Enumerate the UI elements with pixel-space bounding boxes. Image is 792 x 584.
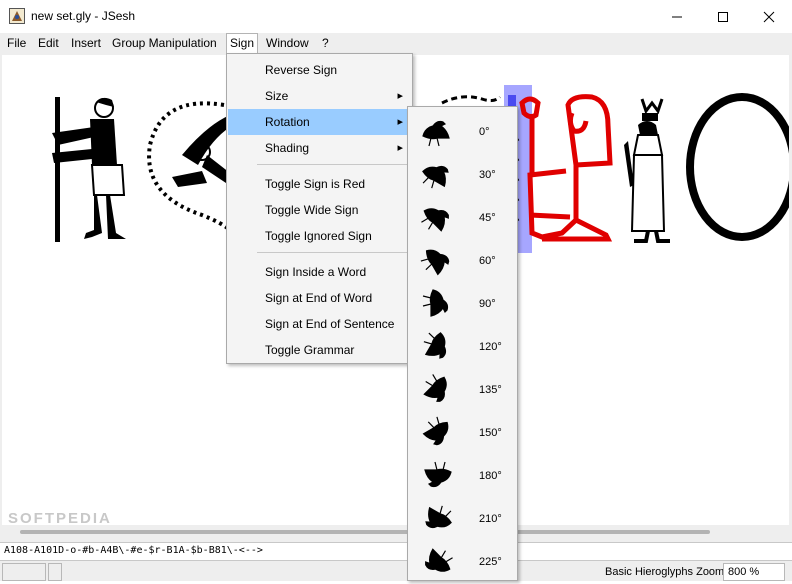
rotation-item[interactable]: 225°: [409, 541, 516, 584]
red-seated-goddess-glyph[interactable]: [519, 94, 613, 242]
menu-item-rotation[interactable]: Rotation ▸: [228, 109, 411, 135]
rotated-bird-icon: [423, 374, 447, 402]
menu-item-reverse-sign[interactable]: Reverse Sign: [228, 57, 411, 83]
title-bar: new set.gly - JSesh: [0, 0, 792, 33]
rotation-angle-label: 150°: [479, 427, 502, 439]
menu-item-label: Shading: [265, 141, 310, 155]
jsesh-app-icon: [9, 8, 25, 24]
rotation-angle-label: 30°: [479, 169, 496, 181]
rotation-angle-label: 180°: [479, 470, 502, 482]
rotation-item[interactable]: 210°: [409, 498, 516, 541]
minimize-icon: [672, 16, 682, 17]
submenu-arrow-icon: ▸: [397, 90, 403, 102]
menu-item-label: Reverse Sign: [265, 63, 338, 77]
menu-item-label: Sign at End of Sentence: [265, 317, 395, 331]
dotted-cartouche-glyph[interactable]: [147, 101, 232, 232]
menu-item-label: Toggle Grammar: [265, 343, 355, 357]
submenu-arrow-icon: ▸: [397, 116, 403, 128]
oval-o-glyph[interactable]: [686, 93, 789, 241]
jsesh-window: new set.gly - JSesh File Edit Insert Gro…: [0, 0, 792, 581]
submenu-arrow-icon: ▸: [397, 142, 403, 154]
menu-item-toggle-ignored[interactable]: Toggle Ignored Sign: [228, 223, 411, 249]
rotated-bird-icon: [425, 505, 452, 529]
rotation-angle-label: 135°: [479, 384, 502, 396]
rotated-bird-icon: [422, 120, 450, 147]
rotated-bird-icon: [422, 416, 449, 446]
rotation-item[interactable]: 30°: [409, 154, 516, 197]
rotation-item[interactable]: 150°: [409, 412, 516, 455]
menu-insert[interactable]: Insert: [68, 33, 104, 53]
rotated-bird-icon: [422, 165, 449, 189]
softpedia-watermark: SOFTPEDIA: [8, 510, 112, 525]
menu-item-label: Sign at End of Word: [265, 291, 373, 305]
menu-edit[interactable]: Edit: [35, 33, 62, 53]
menu-item-end-word[interactable]: Sign at End of Word: [228, 285, 411, 311]
rotation-item[interactable]: 60°: [409, 240, 516, 283]
horizontal-scrollbar[interactable]: [2, 525, 789, 542]
menu-separator: [257, 252, 407, 253]
menu-item-label: Toggle Sign is Red: [265, 177, 366, 191]
status-cell-1: [2, 563, 46, 581]
menu-item-inside-word[interactable]: Sign Inside a Word: [228, 259, 411, 285]
rotation-item[interactable]: 180°: [409, 455, 516, 498]
rotation-angle-label: 0°: [479, 126, 490, 138]
rotated-bird-icon: [423, 332, 447, 359]
rotation-angle-label: 60°: [479, 255, 496, 267]
menu-item-toggle-wide[interactable]: Toggle Wide Sign: [228, 197, 411, 223]
man-with-staff-glyph[interactable]: [52, 97, 126, 242]
menu-item-label: Toggle Ignored Sign: [265, 229, 372, 243]
rotation-angle-label: 120°: [479, 341, 502, 353]
close-icon: [763, 11, 775, 22]
menu-sign[interactable]: Sign: [226, 33, 259, 53]
menu-separator: [257, 164, 407, 165]
rotated-bird-icon: [422, 289, 449, 317]
status-bar: Basic Hieroglyphs Zoom 800 %: [0, 560, 792, 581]
zoom-select[interactable]: 800 %: [723, 563, 785, 581]
menu-item-end-sentence[interactable]: Sign at End of Sentence: [228, 311, 411, 337]
menu-group-manipulation[interactable]: Group Manipulation: [109, 33, 220, 53]
menu-item-size[interactable]: Size ▸: [228, 83, 411, 109]
menu-item-label: Rotation: [265, 115, 310, 129]
menu-item-label: Toggle Wide Sign: [265, 203, 359, 217]
rotation-item[interactable]: 45°: [409, 197, 516, 240]
menu-help[interactable]: ?: [319, 33, 332, 53]
menu-item-toggle-red[interactable]: Toggle Sign is Red: [228, 171, 411, 197]
standing-goddess-glyph[interactable]: [624, 98, 670, 243]
rotation-angle-label: 90°: [479, 298, 496, 310]
rotated-bird-icon: [421, 208, 449, 232]
zoom-label: Basic Hieroglyphs Zoom: [605, 566, 725, 578]
maximize-button[interactable]: [700, 0, 746, 33]
minimize-button[interactable]: [654, 0, 700, 33]
rotated-bird-icon: [425, 548, 453, 572]
window-title: new set.gly - JSesh: [31, 9, 136, 23]
bird-glyph-partial[interactable]: [441, 95, 502, 105]
rotation-item[interactable]: 90°: [409, 283, 516, 326]
menu-item-toggle-grammar[interactable]: Toggle Grammar: [228, 337, 411, 363]
code-text: A108-A101D-o-#b-A4B\-#e-$r-B1A-$b-B81\-<…: [4, 545, 263, 556]
menu-bar: File Edit Insert Group Manipulation Sign…: [0, 33, 792, 53]
status-cell-2: [48, 563, 62, 581]
scrollbar-thumb[interactable]: [20, 530, 710, 534]
rotation-angle-label: 225°: [479, 556, 502, 568]
menu-item-label: Size: [265, 89, 289, 103]
rotation-item[interactable]: 135°: [409, 369, 516, 412]
sign-menu-dropdown: Reverse Sign Size ▸ Rotation ▸ Shading ▸ To…: [226, 53, 413, 364]
rotation-angle-label: 45°: [479, 212, 496, 224]
menu-file[interactable]: File: [4, 33, 29, 53]
rotation-item[interactable]: 120°: [409, 326, 516, 369]
rotation-submenu: 0° 30° 45° 60° 90° 120° 135° 150° 180° 210° 225°: [407, 106, 518, 581]
rotated-bird-icon: [424, 461, 452, 488]
rotated-bird-icon: [420, 249, 450, 276]
menu-item-label: Sign Inside a Word: [265, 265, 367, 279]
manuel-de-codage-field[interactable]: A108-A101D-o-#b-A4B\-#e-$r-B1A-$b-B81\-<…: [0, 542, 792, 560]
menu-window[interactable]: Window: [263, 33, 312, 53]
menu-item-shading[interactable]: Shading ▸: [228, 135, 411, 161]
maximize-icon: [718, 11, 728, 22]
rotation-item[interactable]: 0°: [409, 111, 516, 154]
rotation-angle-label: 210°: [479, 513, 502, 525]
close-button[interactable]: [746, 0, 792, 33]
